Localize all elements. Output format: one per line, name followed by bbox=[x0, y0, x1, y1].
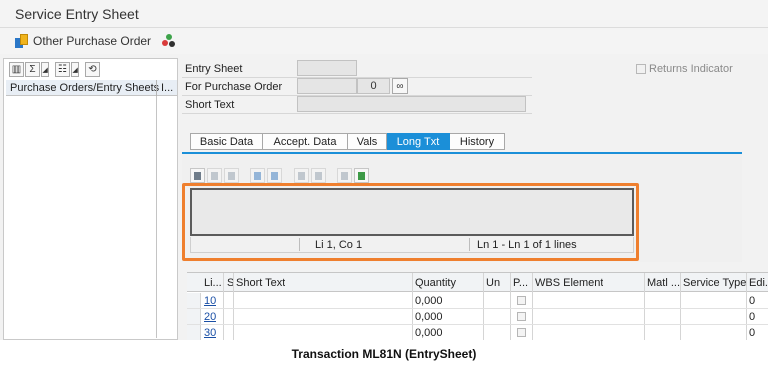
paste-icon[interactable] bbox=[224, 168, 239, 183]
copy-icon[interactable] bbox=[207, 168, 222, 183]
table-row-quantity[interactable]: 0,000 bbox=[415, 327, 443, 339]
layout-dropdown-icon[interactable]: ◢ bbox=[71, 62, 79, 77]
col-material[interactable]: Matl ... bbox=[647, 277, 680, 289]
col-p[interactable]: P... bbox=[513, 277, 528, 289]
figure-caption: Transaction ML81N (EntrySheet) bbox=[291, 347, 477, 361]
returns-indicator-checkbox[interactable] bbox=[636, 64, 646, 74]
table-row-edition: 0 bbox=[749, 295, 756, 307]
table-row-quantity[interactable]: 0,000 bbox=[415, 311, 443, 323]
tree-column-item[interactable]: I... bbox=[161, 82, 173, 94]
tab-history[interactable]: History bbox=[450, 133, 505, 150]
export-icon[interactable] bbox=[354, 168, 369, 183]
table-row-checkbox[interactable] bbox=[517, 328, 526, 337]
layout-icon[interactable]: ☷ bbox=[55, 62, 70, 77]
col-short-text[interactable]: Short Text bbox=[236, 277, 285, 289]
cut-icon[interactable] bbox=[190, 168, 205, 183]
purchase-order-label: For Purchase Order bbox=[185, 81, 283, 93]
purchase-order-field[interactable] bbox=[297, 78, 357, 94]
find-next-icon[interactable] bbox=[311, 168, 326, 183]
tabstrip: Basic Data Accept. Data Vals Long Txt Hi… bbox=[190, 133, 505, 150]
short-text-field[interactable] bbox=[297, 96, 526, 112]
purchase-order-icon bbox=[15, 34, 29, 48]
sum-icon[interactable]: Σ bbox=[25, 62, 40, 77]
tab-vals[interactable]: Vals bbox=[348, 133, 387, 150]
find-text-icon[interactable] bbox=[294, 168, 309, 183]
services-grid: Li... S Short Text Quantity Un P... WBS … bbox=[187, 272, 768, 340]
sum-dropdown-icon[interactable]: ◢ bbox=[41, 62, 49, 77]
table-row-edition: 0 bbox=[749, 327, 756, 339]
title-bar: Service Entry Sheet bbox=[0, 0, 768, 28]
col-unit[interactable]: Un bbox=[486, 277, 500, 289]
table-row-quantity[interactable]: 0,000 bbox=[415, 295, 443, 307]
po-item-field[interactable]: 0 bbox=[357, 78, 390, 94]
other-purchase-order-label: Other Purchase Order bbox=[33, 34, 152, 48]
returns-indicator[interactable]: Returns Indicator bbox=[636, 63, 733, 75]
application-toolbar: Other Purchase Order bbox=[0, 28, 768, 54]
environment-button[interactable] bbox=[162, 33, 176, 49]
col-wbs-element[interactable]: WBS Element bbox=[535, 277, 603, 289]
tab-accept-data[interactable]: Accept. Data bbox=[263, 133, 348, 150]
tree-column-documents[interactable]: Purchase Orders/Entry Sheets bbox=[10, 82, 159, 94]
table-row-edition: 0 bbox=[749, 311, 756, 323]
tree-toolbar: ▥ Σ ◢ ☷ ◢ ⟲ bbox=[9, 62, 100, 78]
window-title: Service Entry Sheet bbox=[15, 6, 139, 22]
annotation-highlight-box bbox=[182, 183, 639, 261]
short-text-label: Short Text bbox=[185, 99, 235, 111]
entry-sheet-field[interactable] bbox=[297, 60, 357, 76]
refresh-icon[interactable]: ⟲ bbox=[85, 62, 100, 77]
redo-icon[interactable] bbox=[267, 168, 282, 183]
environment-icon bbox=[162, 34, 176, 48]
row-selector[interactable] bbox=[187, 325, 201, 340]
sap-window: Service Entry Sheet Other Purchase Order… bbox=[0, 0, 768, 340]
display-glasses-icon[interactable]: ∞ bbox=[392, 78, 408, 94]
row-selector[interactable] bbox=[187, 309, 201, 325]
col-service-type[interactable]: Service Type bbox=[683, 277, 746, 289]
table-row-checkbox[interactable] bbox=[517, 312, 526, 321]
col-line[interactable]: Li... bbox=[204, 277, 222, 289]
import-icon[interactable] bbox=[337, 168, 352, 183]
table-row-line-number[interactable]: 30 bbox=[204, 327, 216, 339]
row-selector[interactable] bbox=[187, 293, 201, 309]
table-row-line-number[interactable]: 20 bbox=[204, 311, 216, 323]
col-edition[interactable]: Edi... bbox=[749, 277, 768, 289]
tab-long-text[interactable]: Long Txt bbox=[387, 133, 450, 150]
returns-indicator-label: Returns Indicator bbox=[649, 63, 733, 75]
other-purchase-order-button[interactable]: Other Purchase Order bbox=[15, 33, 151, 49]
entry-sheet-label: Entry Sheet bbox=[185, 63, 243, 75]
tab-basic-data[interactable]: Basic Data bbox=[190, 133, 263, 150]
document-tree-panel: ▥ Σ ◢ ☷ ◢ ⟲ Purchase Orders/Entry Sheets… bbox=[3, 58, 178, 340]
find-icon[interactable]: ▥ bbox=[9, 62, 24, 77]
col-quantity[interactable]: Quantity bbox=[415, 277, 456, 289]
table-row-checkbox[interactable] bbox=[517, 296, 526, 305]
tree-header: Purchase Orders/Entry Sheets I... bbox=[6, 80, 177, 96]
undo-icon[interactable] bbox=[250, 168, 265, 183]
table-row-line-number[interactable]: 10 bbox=[204, 295, 216, 307]
